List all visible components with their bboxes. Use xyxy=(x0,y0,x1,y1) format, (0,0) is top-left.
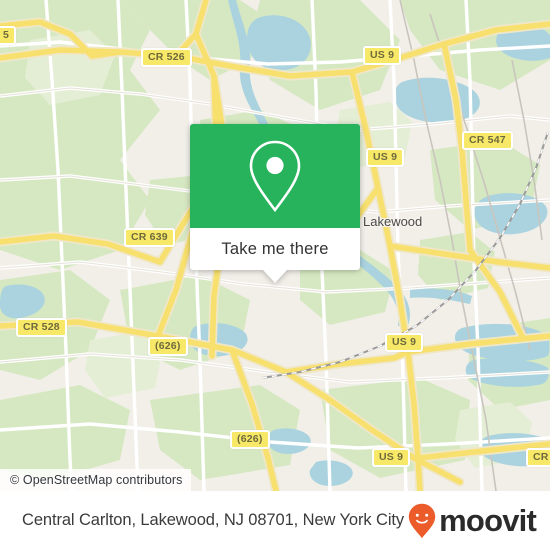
road-shield-label: 5 xyxy=(3,29,10,41)
place-label: Lakewood xyxy=(363,214,423,229)
road-shield: US 9 xyxy=(372,448,411,468)
road-shield-label: CR 528 xyxy=(23,321,60,333)
map-attribution[interactable]: © OpenStreetMap contributors xyxy=(0,469,191,491)
popup-header xyxy=(190,124,360,228)
road-shield-label: (626) xyxy=(155,340,181,352)
road-shield: US 9 xyxy=(385,333,424,353)
road-shield-label: US 9 xyxy=(392,336,417,348)
address-title: Central Carlton, Lakewood, NJ 08701, New… xyxy=(22,511,405,529)
road-shield: US 9 xyxy=(363,46,402,66)
road-shield-label: US 9 xyxy=(370,49,395,61)
road-shield: CR 528 xyxy=(16,318,67,338)
road-shield-label: US 9 xyxy=(373,151,398,163)
road-shield: (626) xyxy=(148,337,188,357)
road-shield: (626) xyxy=(230,430,270,450)
take-me-there-label: Take me there xyxy=(221,239,329,258)
moovit-logo[interactable]: moovit xyxy=(408,503,537,539)
attribution-text: © OpenStreetMap contributors xyxy=(10,473,183,487)
popup-pointer-tail xyxy=(263,270,287,283)
map-pin-icon xyxy=(249,140,301,213)
map-screen: CR 526 US 9 CR 547 US 9 CR 639 CR 528 (626) US … xyxy=(0,0,550,550)
road-shield-label: US 9 xyxy=(379,451,404,463)
footer-bar: Central Carlton, Lakewood, NJ 08701, New… xyxy=(0,491,550,550)
road-shield: US 9 xyxy=(366,148,405,168)
road-shield-label: CR 6 xyxy=(533,451,550,463)
moovit-wordmark: moovit xyxy=(439,503,537,538)
road-shield-label: CR 547 xyxy=(469,134,506,146)
location-popup-card[interactable]: Take me there xyxy=(190,124,360,283)
road-shield-label: (626) xyxy=(237,433,263,445)
road-shield: CR 6 xyxy=(526,448,550,468)
road-shield: CR 639 xyxy=(124,228,175,248)
road-shield-label: CR 639 xyxy=(131,231,168,243)
road-shield-label: CR 526 xyxy=(148,51,185,63)
road-shield: 5 xyxy=(0,26,17,46)
map-canvas[interactable]: CR 526 US 9 CR 547 US 9 CR 639 CR 528 (626) US … xyxy=(0,0,550,491)
moovit-smiley-pin-icon xyxy=(408,503,436,538)
road-shield: CR 526 xyxy=(141,48,192,68)
road-shield: CR 547 xyxy=(462,131,513,151)
popup-footer[interactable]: Take me there xyxy=(190,228,360,283)
